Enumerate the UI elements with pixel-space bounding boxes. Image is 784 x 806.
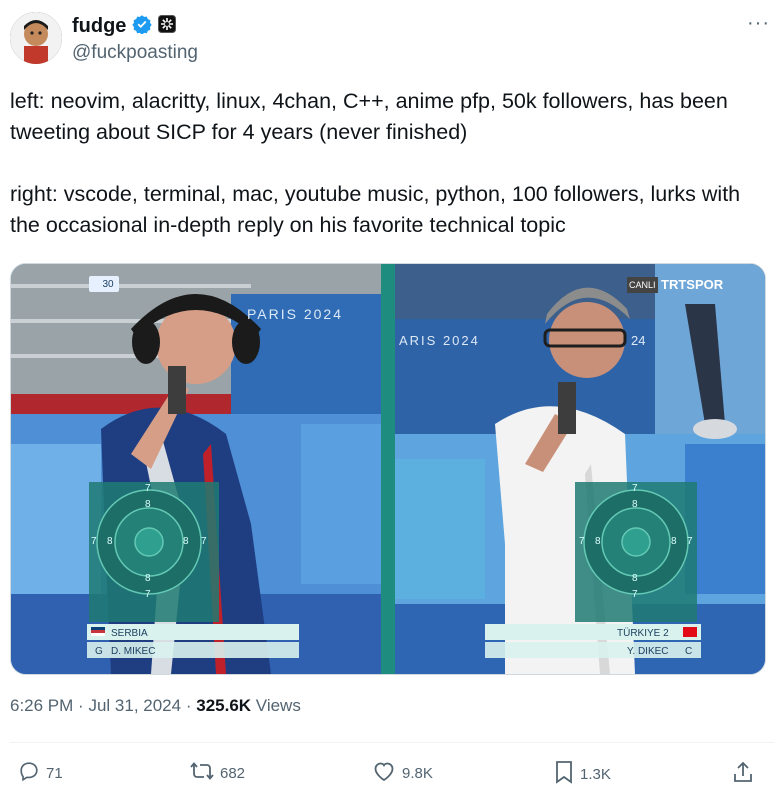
target-label: 7 [579,535,585,547]
target-label: 8 [183,535,189,547]
right-photo: ARIS 2024 24 CANLI TRTSPOR TÜRKIYE 2 Y. … [395,264,765,674]
target-label: 7 [687,535,693,547]
left-letter: G [95,645,103,657]
heart-icon [372,760,396,786]
retweet-button[interactable]: 682 [190,760,245,786]
right-banner: ARIS 2024 [399,332,480,348]
handle[interactable]: @fuckpoasting [72,42,198,64]
target-label: 8 [145,498,151,510]
target-label: 8 [632,498,638,510]
target-label: 7 [632,482,638,494]
right-banner-2: 24 [631,332,646,348]
display-name[interactable]: fudge [72,15,126,38]
channel-name: TRTSPOR [661,276,724,292]
divider-line [10,742,774,743]
views-label: Views [255,696,301,715]
target-label: 8 [671,535,677,547]
reply-button[interactable]: 71 [18,760,63,786]
bookmark-icon [554,760,574,788]
target-label: 8 [632,572,638,584]
share-button[interactable] [732,760,754,788]
reply-icon [18,760,40,786]
left-athlete: D. MIKEC [111,645,156,657]
reply-count: 71 [46,764,63,782]
target-label: 7 [91,535,97,547]
right-athlete: Y. DIKEC [627,645,669,657]
right-letter: C [685,645,693,657]
target-label: 8 [145,572,151,584]
more-icon[interactable]: ··· [747,12,770,35]
avatar[interactable] [10,12,62,64]
like-button[interactable]: 9.8K [372,760,433,786]
meta-separator: · [185,696,192,715]
score-badge: 30 [102,278,114,290]
tweet-media[interactable]: 30 PARIS 2024 SERBIA G D. MIKEC 7 8 7 8 … [10,263,766,675]
tweet-time[interactable]: 6:26 PM [10,696,73,715]
tweet-meta: 6:26 PM · Jul 31, 2024 · 325.6K Views [10,696,301,716]
views-count[interactable]: 325.6K [196,696,251,715]
verified-badge-icon [132,14,153,39]
retweet-icon [190,760,214,786]
left-photo: 30 PARIS 2024 SERBIA G D. MIKEC 7 8 7 8 … [11,264,381,674]
meta-separator: · [78,696,84,715]
share-icon [732,760,754,788]
left-banner: PARIS 2024 [247,306,344,322]
target-label: 8 [107,535,113,547]
like-count: 9.8K [402,764,433,782]
bookmark-button[interactable]: 1.3K [554,760,611,788]
tweet-text: left: neovim, alacritty, linux, 4chan, C… [10,89,741,237]
target-label: 7 [145,482,151,494]
channel-live-label: CANLI [627,277,658,293]
bookmark-count: 1.3K [580,765,611,783]
target-label: 7 [145,588,151,600]
tweet-header: fudge @fuckpoasting ··· [10,12,774,68]
target-label: 8 [595,535,601,547]
right-country: TÜRKIYE 2 [617,627,669,639]
target-label: 7 [632,588,638,600]
image-divider [381,264,395,674]
action-bar: 71 682 9.8K 1.3K [18,760,758,790]
target-label: 7 [201,535,207,547]
retweet-count: 682 [220,764,246,782]
affiliate-badge-icon [158,15,177,38]
left-country: SERBIA [111,627,148,639]
tweet-date[interactable]: Jul 31, 2024 [88,696,181,715]
name-row: fudge [72,14,177,39]
